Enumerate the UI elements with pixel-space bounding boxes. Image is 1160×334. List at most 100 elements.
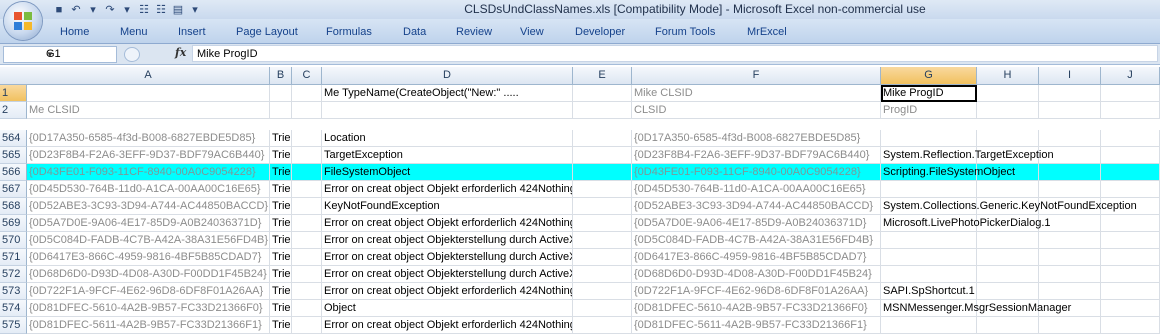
cell-e[interactable] bbox=[573, 249, 632, 266]
column-header-c[interactable]: C bbox=[292, 67, 322, 84]
cell-a[interactable]: Me CLSID bbox=[27, 102, 270, 119]
row-header[interactable]: 1 bbox=[0, 85, 27, 102]
cell-d[interactable]: Error on creat object Objekt erforderlic… bbox=[322, 181, 573, 198]
cell-f[interactable]: Mike CLSID bbox=[632, 85, 881, 102]
cell-h[interactable] bbox=[977, 266, 1039, 283]
row-header[interactable]: 565 bbox=[0, 147, 27, 164]
cell-b[interactable] bbox=[270, 102, 292, 119]
cell-i[interactable] bbox=[1039, 249, 1101, 266]
cell-g[interactable]: Scripting.FileSystemObject bbox=[881, 164, 1015, 181]
cell-d[interactable] bbox=[322, 102, 573, 119]
cell-f[interactable]: {0D43FE01-F093-11CF-8940-00A0C9054228} bbox=[632, 164, 881, 181]
cell-h[interactable] bbox=[977, 283, 1039, 300]
cell-c[interactable] bbox=[292, 198, 322, 215]
tab-mrexcel[interactable]: MrExcel bbox=[747, 26, 787, 38]
cell-i[interactable] bbox=[1039, 130, 1101, 147]
cell-g[interactable] bbox=[881, 266, 977, 283]
row-header[interactable]: 564 bbox=[0, 130, 27, 147]
row-header[interactable]: 566 bbox=[0, 164, 27, 181]
row-header[interactable]: 567 bbox=[0, 181, 27, 198]
cell-g[interactable]: System.Collections.Generic.KeyNotFoundEx… bbox=[881, 198, 1137, 215]
cell-f[interactable]: {0D17A350-6585-4f3d-B008-6827EBDE5D85} bbox=[632, 130, 881, 147]
cell-a[interactable]: {0D23F8B4-F2A6-3EFF-9D37-BDF79AC6B440} bbox=[27, 147, 270, 164]
cell-f[interactable]: {0D81DFEC-5610-4A2B-9B57-FC33D21366F0} bbox=[632, 300, 881, 317]
cell-e[interactable] bbox=[573, 300, 632, 317]
cell-g[interactable]: Mike ProgID bbox=[881, 85, 977, 102]
column-header-f[interactable]: F bbox=[632, 67, 881, 84]
cell-c[interactable] bbox=[292, 317, 322, 334]
cell-g[interactable] bbox=[881, 232, 977, 249]
cell-h[interactable] bbox=[977, 317, 1039, 334]
cell-c[interactable] bbox=[292, 283, 322, 300]
cell-j[interactable] bbox=[1101, 317, 1160, 334]
cell-f[interactable]: {0D722F1A-9FCF-4E62-96D8-6DF8F01A26AA} bbox=[632, 283, 881, 300]
cell-a[interactable] bbox=[27, 85, 270, 102]
cell-c[interactable] bbox=[292, 181, 322, 198]
cell-h[interactable] bbox=[977, 181, 1039, 198]
cell-j[interactable] bbox=[1101, 181, 1160, 198]
cell-j[interactable] bbox=[1101, 130, 1160, 147]
tab-insert[interactable]: Insert bbox=[178, 26, 206, 38]
cell-b[interactable]: Tried bbox=[270, 232, 292, 249]
cell-f[interactable]: CLSID bbox=[632, 102, 881, 119]
cell-g[interactable] bbox=[881, 317, 977, 334]
row-header[interactable]: 568 bbox=[0, 198, 27, 215]
cell-c[interactable] bbox=[292, 85, 322, 102]
cell-a[interactable]: {0D5A7D0E-9A06-4E17-85D9-A0B24036371D} bbox=[27, 215, 270, 232]
row-header[interactable]: 570 bbox=[0, 232, 27, 249]
cell-f[interactable]: {0D81DFEC-5611-4A2B-9B57-FC33D21366F1} bbox=[632, 317, 881, 334]
cell-f[interactable]: {0D52ABE3-3C93-3D94-A744-AC44850BACCD} bbox=[632, 198, 881, 215]
cell-d[interactable]: TargetException bbox=[322, 147, 573, 164]
formula-input[interactable]: Mike ProgID bbox=[192, 45, 1158, 62]
cell-h[interactable] bbox=[977, 130, 1039, 147]
cell-g[interactable]: ProgID bbox=[881, 102, 977, 119]
cell-e[interactable] bbox=[573, 181, 632, 198]
cell-i[interactable] bbox=[1039, 317, 1101, 334]
cell-b[interactable]: Tried bbox=[270, 130, 292, 147]
worksheet-grid[interactable]: ABCDEFGHIJ 1 Me TypeName(CreateObject("Ne… bbox=[0, 67, 1160, 334]
tab-view[interactable]: View bbox=[520, 26, 544, 38]
cell-c[interactable] bbox=[292, 102, 322, 119]
cell-g[interactable] bbox=[881, 130, 977, 147]
column-header-a[interactable]: A bbox=[27, 67, 270, 84]
cell-f[interactable]: {0D23F8B4-F2A6-3EFF-9D37-BDF79AC6B440} bbox=[632, 147, 881, 164]
cell-c[interactable] bbox=[292, 130, 322, 147]
tab-home[interactable]: Home bbox=[60, 26, 89, 38]
cell-g[interactable]: MSNMessenger.MsgrSessionManager bbox=[881, 300, 1071, 317]
cell-c[interactable] bbox=[292, 266, 322, 283]
cell-h[interactable] bbox=[977, 249, 1039, 266]
tab-forum-tools[interactable]: Forum Tools bbox=[655, 26, 715, 38]
cell-b[interactable]: Tried bbox=[270, 317, 292, 334]
row-header[interactable]: 575 bbox=[0, 317, 27, 334]
cell-i[interactable] bbox=[1039, 85, 1101, 102]
cell-e[interactable] bbox=[573, 266, 632, 283]
insert-function-icon[interactable]: fx bbox=[175, 46, 186, 59]
cell-c[interactable] bbox=[292, 249, 322, 266]
name-box-dropdown-icon[interactable]: ▼ bbox=[46, 47, 114, 62]
cell-d[interactable]: Error on creat object Objekt erforderlic… bbox=[322, 283, 573, 300]
cell-f[interactable]: {0D6417E3-866C-4959-9816-4BF5B85CDAD7} bbox=[632, 249, 881, 266]
tab-menu[interactable]: Menu bbox=[120, 26, 148, 38]
cell-e[interactable] bbox=[573, 198, 632, 215]
cell-d[interactable]: Me TypeName(CreateObject("New:" ..... bbox=[322, 85, 573, 102]
cell-e[interactable] bbox=[573, 147, 632, 164]
cell-h[interactable] bbox=[977, 232, 1039, 249]
tab-formulas[interactable]: Formulas bbox=[326, 26, 372, 38]
column-header-d[interactable]: D bbox=[322, 67, 573, 84]
name-box[interactable]: G1 ▼ bbox=[3, 46, 117, 63]
cell-e[interactable] bbox=[573, 232, 632, 249]
column-header-g[interactable]: G bbox=[881, 67, 977, 84]
cell-i[interactable] bbox=[1039, 232, 1101, 249]
cell-d[interactable]: Object bbox=[322, 300, 573, 317]
cell-g[interactable]: SAPI.SpShortcut.1 bbox=[881, 283, 977, 300]
cell-f[interactable]: {0D68D6D0-D93D-4D08-A30D-F00DD1F45B24} bbox=[632, 266, 881, 283]
row-header[interactable]: 571 bbox=[0, 249, 27, 266]
cell-d[interactable]: Error on creat object Objekt erforderlic… bbox=[322, 215, 573, 232]
cell-a[interactable]: {0D6417E3-866C-4959-9816-4BF5B85CDAD7} bbox=[27, 249, 270, 266]
cell-a[interactable]: {0D17A350-6585-4f3d-B008-6827EBDE5D85} bbox=[27, 130, 270, 147]
cell-j[interactable] bbox=[1101, 147, 1160, 164]
row-header[interactable]: 574 bbox=[0, 300, 27, 317]
cell-e[interactable] bbox=[573, 85, 632, 102]
cell-e[interactable] bbox=[573, 164, 632, 181]
cell-b[interactable]: Tried bbox=[270, 215, 292, 232]
